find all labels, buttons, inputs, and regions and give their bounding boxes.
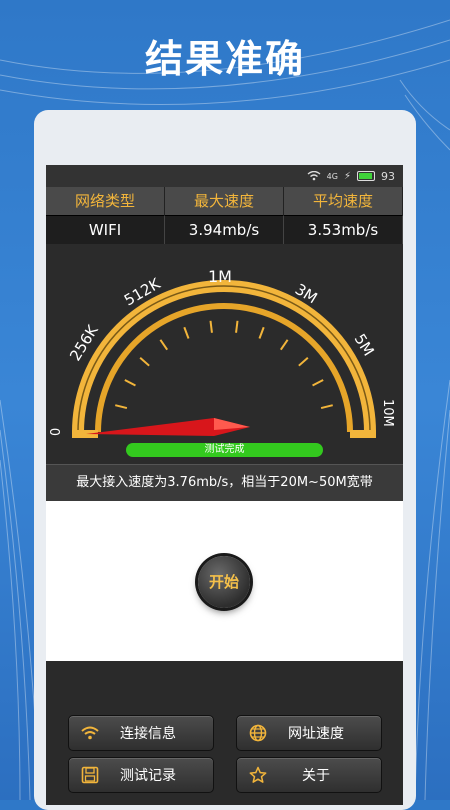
signal-label: 4G	[326, 171, 338, 181]
battery-icon	[357, 171, 375, 181]
gauge-label-0: 0	[49, 428, 64, 436]
url-speed-label: 网址速度	[288, 726, 344, 742]
result-text: 最大接入速度为3.76mb/s，相当于20M~50M宽带	[46, 464, 403, 501]
start-button[interactable]: 开始	[198, 556, 250, 608]
gauge-tick	[235, 320, 239, 333]
header-avg-speed: 平均速度	[284, 187, 403, 215]
gauge-tick	[279, 339, 289, 351]
gauge-label-10m: 10M	[380, 399, 395, 427]
globe-icon	[245, 722, 271, 744]
charging-icon: ⚡	[343, 170, 351, 182]
stats-table: 网络类型 最大速度 平均速度 WIFI 3.94mb/s 3.53mb/s	[46, 187, 403, 244]
star-icon	[245, 764, 271, 786]
gauge-base-right	[350, 430, 376, 438]
gauge-tick	[298, 356, 309, 367]
gauge-dial: 0 256K 512K 1M 3M 5M 10M	[49, 267, 395, 438]
headline: 结果准确	[144, 37, 305, 81]
value-network-type: WIFI	[46, 215, 165, 244]
gauge-tick	[139, 356, 150, 367]
gauge-tick	[115, 404, 128, 410]
connection-info-label: 连接信息	[120, 726, 176, 742]
gauge-inner-arc	[95, 303, 353, 433]
value-avg-speed: 3.53mb/s	[284, 215, 403, 244]
start-area: 开始	[46, 501, 403, 661]
gauge-label-1m: 1M	[208, 267, 232, 286]
gauge-tick	[312, 379, 324, 387]
header-max-speed: 最大速度	[165, 187, 284, 215]
header-network-type: 网络类型	[46, 187, 165, 215]
gauge-tick	[124, 379, 136, 387]
connection-info-button[interactable]: 连接信息	[68, 715, 214, 751]
speed-gauge: 0 256K 512K 1M 3M 5M 10M 测试完成	[46, 244, 403, 464]
test-records-button[interactable]: 测试记录	[68, 757, 214, 793]
bottom-menu: 连接信息 网址速度 测试记录 关于	[46, 715, 403, 805]
gauge-tick	[183, 326, 190, 339]
gauge-tick	[320, 404, 333, 410]
about-button[interactable]: 关于	[236, 757, 382, 793]
value-max-speed: 3.94mb/s	[165, 215, 284, 244]
save-icon	[77, 764, 103, 786]
test-progress-bar: 测试完成	[126, 443, 323, 457]
app-screen: 4G ⚡ 93 网络类型 最大速度 平均速度 WIFI 3.94mb/s 3.5…	[46, 165, 403, 805]
status-bar: 4G ⚡ 93	[46, 165, 403, 187]
battery-level: 93	[381, 169, 395, 183]
url-speed-button[interactable]: 网址速度	[236, 715, 382, 751]
wifi-status-icon	[307, 171, 321, 181]
gauge-tick	[209, 320, 213, 333]
gauge-tick	[159, 339, 169, 351]
about-label: 关于	[302, 768, 330, 784]
test-records-label: 测试记录	[120, 768, 176, 784]
gauge-tick	[258, 326, 265, 339]
wifi-icon	[77, 722, 103, 744]
